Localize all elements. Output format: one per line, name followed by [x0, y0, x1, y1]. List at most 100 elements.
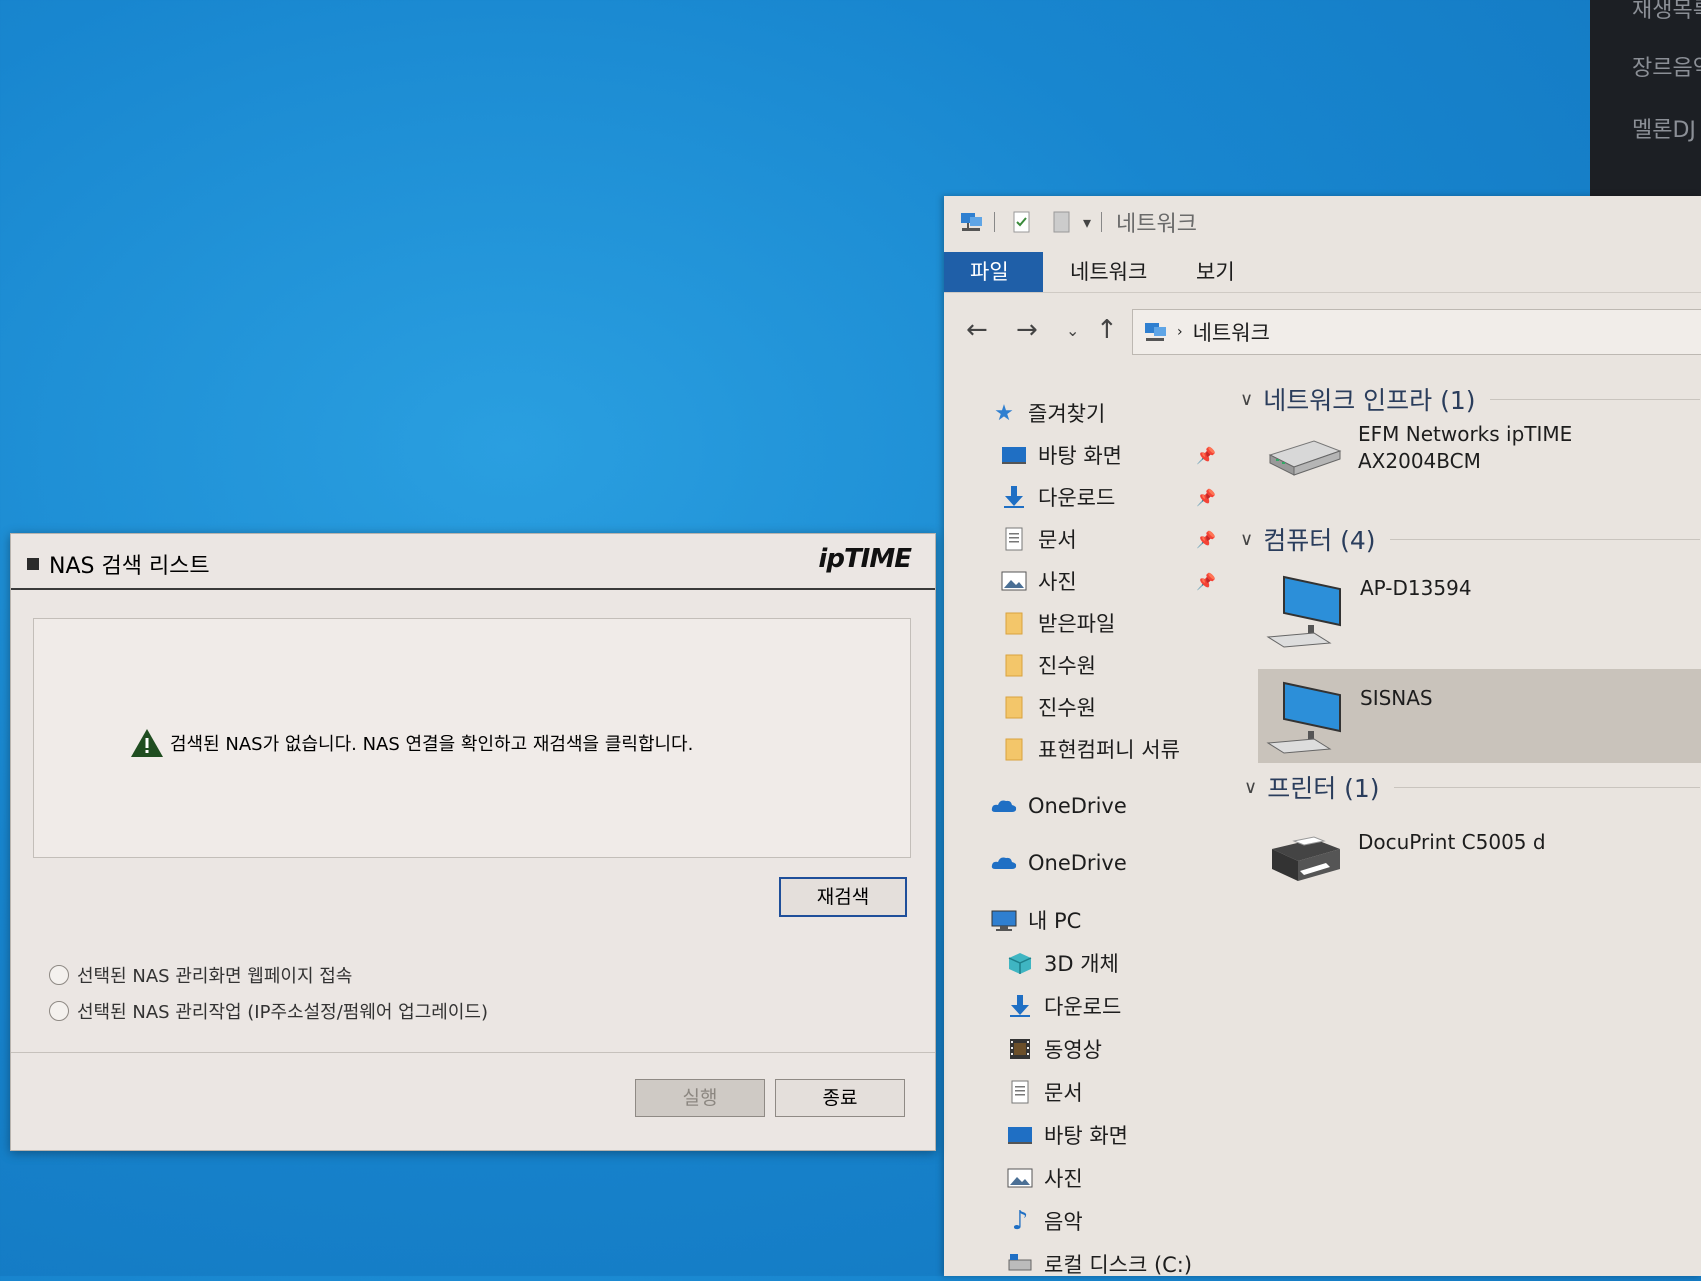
sidebar-item-desktop[interactable]: 바탕 화면 [1006, 1118, 1128, 1152]
radio-label: 선택된 NAS 관리화면 웹페이지 접속 [77, 966, 353, 987]
forward-arrow-icon[interactable]: → [1016, 315, 1038, 345]
pin-icon[interactable]: 📌 [1196, 446, 1216, 465]
network-device-computer-selected[interactable]: SISNAS [1258, 669, 1701, 763]
device-name: DocuPrint C5005 d [1358, 830, 1546, 854]
computer-icon [1266, 575, 1341, 648]
sidebar-item-downloads[interactable]: 다운로드 [1000, 480, 1115, 514]
radio-button[interactable] [49, 965, 69, 985]
properties-icon[interactable] [1009, 209, 1035, 235]
group-header-label: 네트워크 인프라 (1) [1263, 386, 1476, 415]
bg-app-item[interactable]: 장르음악 [1632, 50, 1701, 82]
group-header-infrastructure[interactable]: ∨ 네트워크 인프라 (1) [1240, 381, 1700, 417]
sidebar-item-onedrive[interactable]: OneDrive [990, 846, 1127, 880]
nas-list-box[interactable]: 검색된 NAS가 없습니다. NAS 연결을 확인하고 재검색을 클릭합니다. [33, 618, 911, 858]
chevron-down-icon[interactable]: ∨ [1240, 529, 1253, 550]
tab-view[interactable]: 보기 [1170, 252, 1261, 292]
message-text: 검색된 NAS가 없습니다. NAS 연결을 확인하고 재검색을 클릭합니다. [170, 734, 694, 755]
pin-icon[interactable]: 📌 [1196, 530, 1216, 549]
chevron-down-icon[interactable]: ∨ [1244, 777, 1257, 798]
picture-icon [1001, 571, 1027, 591]
recent-locations-icon[interactable]: ⌄ [1066, 321, 1079, 340]
rescan-button[interactable]: 재검색 [779, 877, 907, 917]
sidebar-item-label: 표현컴퍼니 서류 [1038, 738, 1180, 762]
sidebar-item-pictures[interactable]: 사진 [1000, 564, 1077, 598]
sidebar-item-downloads[interactable]: 다운로드 [1006, 989, 1121, 1023]
sidebar-item-folder[interactable]: 받은파일 [1000, 606, 1115, 640]
back-arrow-icon[interactable]: ← [966, 315, 988, 345]
breadcrumb-chevron-icon[interactable]: › [1177, 324, 1183, 340]
up-arrow-icon[interactable]: ↑ [1096, 315, 1118, 345]
network-device-router[interactable]: EFM Networks ipTIME AX2004BCM [1264, 421, 1572, 481]
sidebar-item-label: 바탕 화면 [1044, 1124, 1128, 1148]
group-header-label: 프린터 (1) [1267, 774, 1380, 803]
folder-icon [1005, 612, 1023, 635]
chevron-down-icon[interactable]: ∨ [1240, 389, 1253, 410]
router-icon [1268, 440, 1342, 476]
sidebar-item-label: 바탕 화면 [1038, 444, 1122, 468]
network-device-printer[interactable]: DocuPrint C5005 d [1264, 827, 1546, 887]
sidebar-item-folder[interactable]: 표현컴퍼니 서류 [1000, 732, 1180, 766]
desktop-icon [1008, 1127, 1032, 1144]
sidebar-item-this-pc[interactable]: 내 PC [990, 903, 1081, 937]
new-folder-icon[interactable] [1049, 209, 1075, 235]
dialog-title-text: NAS 검색 리스트 [49, 554, 210, 579]
group-header-computers[interactable]: ∨ 컴퓨터 (4) [1240, 521, 1700, 557]
sidebar-item-videos[interactable]: 동영상 [1006, 1032, 1102, 1066]
sidebar-item-3d-objects[interactable]: 3D 개체 [1006, 946, 1119, 980]
pin-icon[interactable]: 📌 [1196, 488, 1216, 507]
sidebar-item-quick-access[interactable]: ★ 즐겨찾기 [990, 396, 1105, 430]
bg-app-item[interactable]: 재생목록 [1632, 0, 1701, 24]
sidebar-item-pictures[interactable]: 사진 [1006, 1161, 1083, 1195]
device-name: SISNAS [1360, 686, 1433, 710]
computer-icon [1266, 681, 1341, 754]
sidebar-item-label: 로컬 디스크 (C:) [1044, 1253, 1193, 1277]
device-name: EFM Networks ipTIME [1358, 422, 1573, 446]
tab-file[interactable]: 파일 [944, 252, 1043, 292]
radio-label: 선택된 NAS 관리작업 (IP주소설정/펌웨어 업그레이드) [77, 1002, 489, 1023]
bg-app-item[interactable]: 멜론DJ [1632, 112, 1696, 144]
nas-search-dialog: NAS 검색 리스트 ipTIME 검색된 NAS가 없습니다. NAS 연결을… [10, 533, 936, 1151]
device-name: AP-D13594 [1360, 576, 1472, 600]
document-icon [1005, 527, 1023, 551]
network-icon [961, 213, 982, 231]
folder-icon [1005, 696, 1023, 719]
sidebar-item-desktop[interactable]: 바탕 화면 [1000, 438, 1122, 472]
tab-network[interactable]: 네트워크 [1044, 252, 1173, 292]
title-square-icon [27, 558, 39, 570]
download-icon [1010, 995, 1030, 1017]
window-title: 네트워크 [1116, 212, 1197, 237]
sidebar-item-folder[interactable]: 진수원 [1000, 690, 1096, 724]
sidebar-item-documents[interactable]: 문서 [1000, 522, 1077, 556]
star-icon: ★ [994, 401, 1014, 426]
sidebar-item-onedrive[interactable]: OneDrive [990, 789, 1127, 823]
option-admin-task[interactable]: 선택된 NAS 관리작업 (IP주소설정/펌웨어 업그레이드) [49, 998, 488, 1024]
background-app-panel: 재생목록 장르음악 멜론DJ [1590, 0, 1701, 200]
quick-access-toolbar: ▾ 네트워크 [944, 196, 1701, 248]
folder-icon [1005, 738, 1023, 761]
address-bar[interactable]: › 네트워크 [1132, 309, 1701, 355]
group-header-printers[interactable]: ∨ 프린터 (1) [1244, 769, 1700, 805]
sidebar-item-label: 문서 [1038, 528, 1077, 552]
execute-button[interactable]: 실행 [635, 1079, 765, 1117]
sidebar-item-label: 동영상 [1044, 1038, 1102, 1062]
sidebar-item-label: OneDrive [1028, 794, 1127, 818]
close-button[interactable]: 종료 [775, 1079, 905, 1117]
address-text: 네트워크 [1192, 321, 1270, 345]
music-icon: ♪ [1011, 1206, 1029, 1236]
empty-list-message: 검색된 NAS가 없습니다. NAS 연결을 확인하고 재검색을 클릭합니다. [130, 727, 693, 759]
sidebar-item-label: 즐겨찾기 [1028, 402, 1106, 426]
customize-qat-icon[interactable]: ▾ [1083, 213, 1091, 232]
radio-button[interactable] [49, 1001, 69, 1021]
option-web-admin[interactable]: 선택된 NAS 관리화면 웹페이지 접속 [49, 962, 352, 988]
sidebar-item-label: 음악 [1044, 1210, 1083, 1234]
sidebar-item-music[interactable]: ♪ 음악 [1006, 1204, 1083, 1238]
sidebar-item-documents[interactable]: 문서 [1006, 1075, 1083, 1109]
sidebar-item-label: 다운로드 [1044, 995, 1122, 1019]
warning-icon [131, 729, 163, 757]
3d-objects-icon [1008, 953, 1032, 974]
ribbon-tabs: 파일 네트워크 보기 [944, 252, 1701, 293]
pin-icon[interactable]: 📌 [1196, 572, 1216, 591]
sidebar-item-folder[interactable]: 진수원 [1000, 648, 1096, 682]
network-device-computer[interactable]: AP-D13594 [1264, 573, 1472, 649]
iptime-logo: ipTIME [818, 544, 912, 574]
